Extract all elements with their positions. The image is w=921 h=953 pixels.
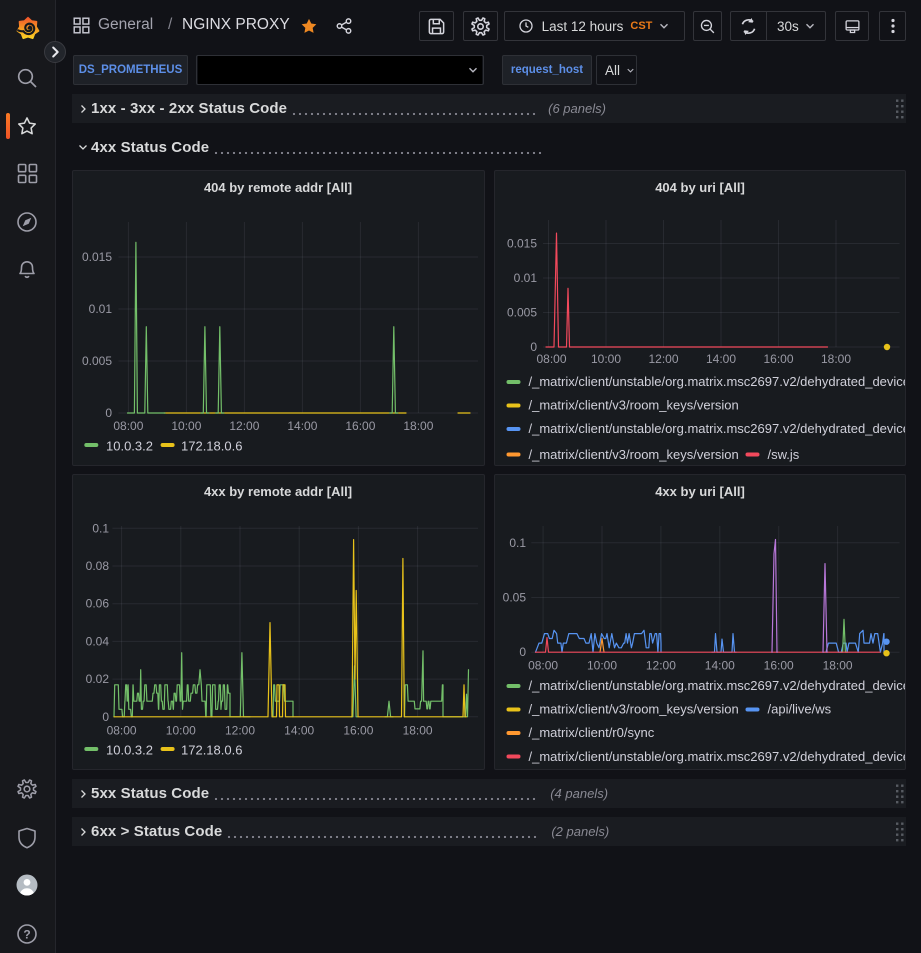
svg-text:0: 0: [102, 710, 109, 724]
svg-text:0.01: 0.01: [89, 302, 113, 316]
svg-text:/sw.js: /sw.js: [767, 447, 799, 462]
svg-text:172.18.0.6: 172.18.0.6: [181, 743, 242, 758]
svg-text:0: 0: [105, 406, 112, 420]
svg-text:0.015: 0.015: [506, 237, 536, 251]
svg-text:16:00: 16:00: [763, 352, 793, 366]
svg-text:12:00: 12:00: [225, 724, 255, 738]
svg-text:08:00: 08:00: [536, 352, 566, 366]
svg-text:0.04: 0.04: [86, 634, 110, 648]
svg-text:10:00: 10:00: [590, 352, 620, 366]
svg-text:12:00: 12:00: [229, 419, 259, 433]
svg-text:0.01: 0.01: [513, 271, 537, 285]
svg-text:0.08: 0.08: [86, 559, 110, 573]
svg-text:0.1: 0.1: [92, 521, 109, 535]
svg-text:16:00: 16:00: [343, 724, 373, 738]
svg-text:172.18.0.6: 172.18.0.6: [181, 439, 242, 454]
svg-text:404 by remote addr [All]: 404 by remote addr [All]: [204, 180, 352, 195]
svg-text:18:00: 18:00: [403, 419, 433, 433]
svg-text:/_matrix/client/unstable/org.m: /_matrix/client/unstable/org.matrix.msc2…: [528, 421, 906, 436]
svg-text:0.015: 0.015: [82, 250, 112, 264]
svg-text:10:00: 10:00: [586, 659, 616, 673]
svg-text:0.1: 0.1: [509, 536, 526, 550]
svg-text:4xx by remote addr [All]: 4xx by remote addr [All]: [204, 484, 352, 499]
svg-text:0.005: 0.005: [82, 354, 112, 368]
svg-text:404 by uri [All]: 404 by uri [All]: [655, 180, 745, 195]
svg-text:18:00: 18:00: [403, 724, 433, 738]
svg-text:/_matrix/client/r0/sync: /_matrix/client/r0/sync: [528, 725, 654, 740]
svg-text:16:00: 16:00: [345, 419, 375, 433]
svg-text:?: ?: [23, 927, 30, 941]
svg-text:/_matrix/client/v3/room_keys/v: /_matrix/client/v3/room_keys/version: [528, 398, 738, 413]
svg-text:12:00: 12:00: [645, 659, 675, 673]
svg-text:14:00: 14:00: [284, 724, 314, 738]
svg-text:10:00: 10:00: [166, 724, 196, 738]
svg-text:0.02: 0.02: [86, 672, 110, 686]
svg-text:18:00: 18:00: [820, 352, 850, 366]
svg-text:08:00: 08:00: [528, 659, 558, 673]
svg-text:14:00: 14:00: [287, 419, 317, 433]
svg-text:10:00: 10:00: [171, 419, 201, 433]
svg-text:08:00: 08:00: [113, 419, 143, 433]
svg-text:0.005: 0.005: [506, 306, 536, 320]
svg-text:12:00: 12:00: [648, 352, 678, 366]
svg-text:/api/live/ws: /api/live/ws: [767, 702, 831, 717]
svg-text:08:00: 08:00: [107, 724, 137, 738]
svg-text:/_matrix/client/unstable/org.m: /_matrix/client/unstable/org.matrix.msc2…: [528, 374, 906, 389]
svg-text:18:00: 18:00: [822, 659, 852, 673]
svg-text:10.0.3.2: 10.0.3.2: [106, 743, 153, 758]
svg-text:/_matrix/client/unstable/org.m: /_matrix/client/unstable/org.matrix.msc2…: [528, 749, 906, 764]
svg-text:0: 0: [519, 645, 526, 659]
svg-text:16:00: 16:00: [763, 659, 793, 673]
svg-text:4xx by uri [All]: 4xx by uri [All]: [655, 484, 745, 499]
svg-text:10.0.3.2: 10.0.3.2: [106, 439, 153, 454]
svg-text:/_matrix/client/unstable/org.m: /_matrix/client/unstable/org.matrix.msc2…: [528, 678, 906, 693]
svg-text:/_matrix/client/v3/room_keys/v: /_matrix/client/v3/room_keys/version: [528, 447, 738, 462]
svg-text:14:00: 14:00: [704, 659, 734, 673]
svg-text:0.06: 0.06: [86, 597, 110, 611]
svg-text:14:00: 14:00: [705, 352, 735, 366]
svg-text:0.05: 0.05: [502, 591, 526, 605]
svg-text:/_matrix/client/v3/room_keys/v: /_matrix/client/v3/room_keys/version: [528, 702, 738, 717]
